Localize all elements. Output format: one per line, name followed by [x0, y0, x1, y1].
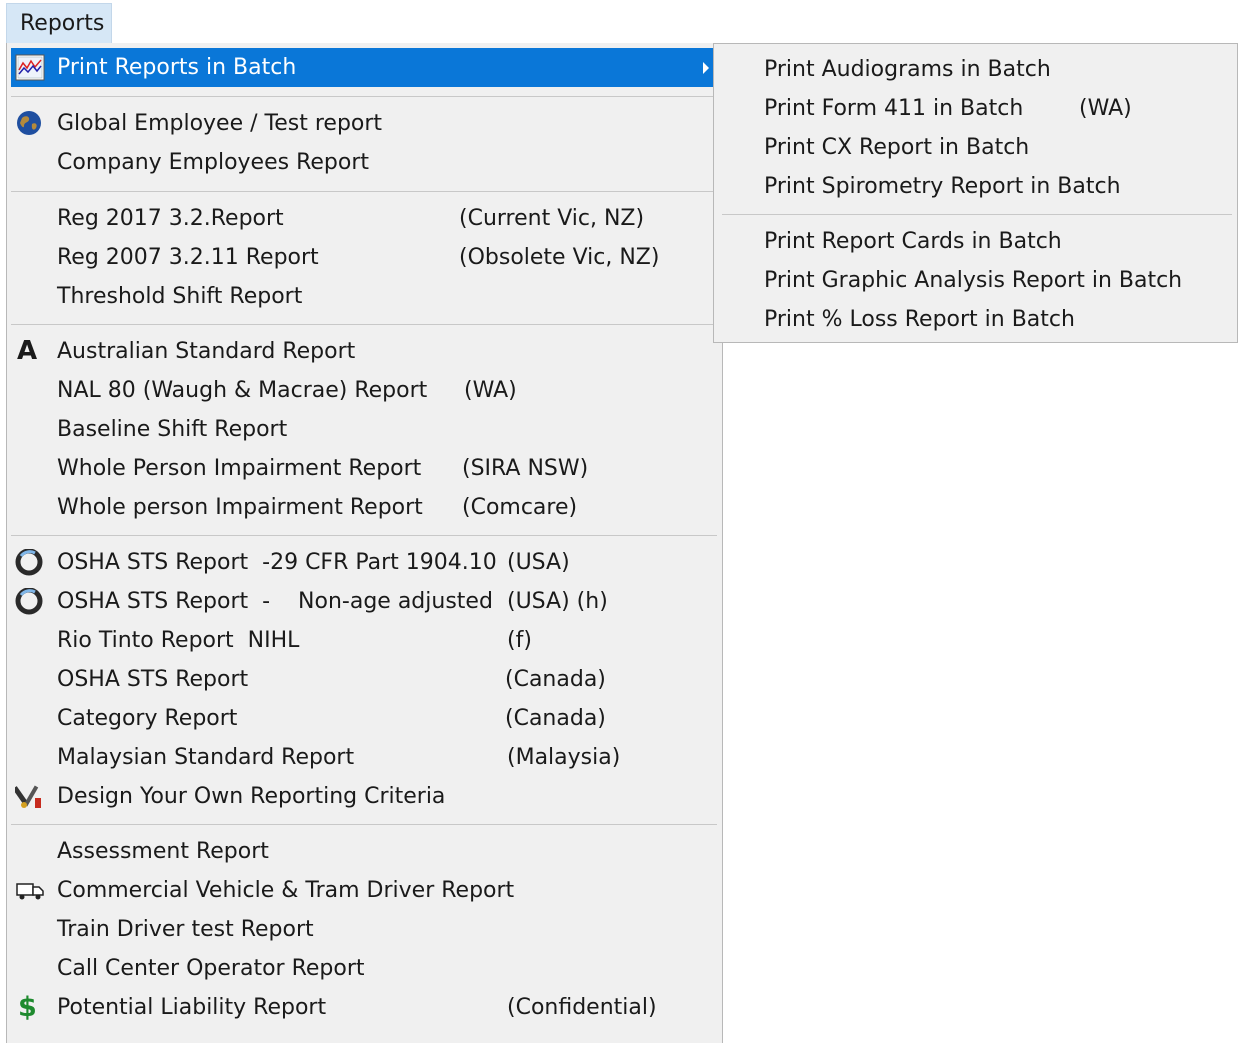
menu-item-qualifier: (Canada): [505, 667, 606, 692]
separator: [11, 191, 717, 192]
menu-item-qualifier: (SIRA NSW): [462, 456, 589, 481]
menu-item-label: OSHA STS Report: [57, 667, 249, 692]
menu-item-qualifier: (Malaysia): [507, 745, 621, 770]
tools-icon: [12, 783, 45, 810]
menu-item-label: Call Center Operator Report: [57, 956, 365, 981]
menu-item-label: Whole person Impairment Report: [57, 495, 423, 520]
menu-item-label: Design Your Own Reporting Criteria: [57, 784, 446, 809]
menu-item-label: NAL 80 (Waugh & Macrae) Report: [57, 378, 428, 403]
menu-item-label: Print Spirometry Report in Batch: [764, 174, 1121, 199]
menu-item-qualifier: (f): [507, 628, 532, 653]
menu-item-qualifier: (Obsolete Vic, NZ): [459, 245, 660, 270]
submenu-item-graphic-analysis[interactable]: Print Graphic Analysis Report in Batch: [714, 261, 1234, 300]
menu-item-label: Commercial Vehicle & Tram Driver Report: [57, 878, 515, 903]
submenu-item-spirometry[interactable]: Print Spirometry Report in Batch: [714, 167, 1234, 206]
menu-item-label: Global Employee / Test report: [57, 111, 383, 136]
menu-item-label: Baseline Shift Report: [57, 417, 288, 442]
menu-item-category[interactable]: Category Report (Canada): [11, 699, 717, 738]
submenu-item-form-411[interactable]: Print Form 411 in Batch (WA): [714, 89, 1234, 128]
menu-item-qualifier: (Current Vic, NZ): [459, 206, 645, 231]
menu-item-design-own[interactable]: Design Your Own Reporting Criteria: [11, 777, 717, 816]
separator: [11, 824, 717, 825]
osha-ring-icon: [15, 548, 45, 576]
menu-item-baseline-shift[interactable]: Baseline Shift Report: [11, 410, 717, 449]
menu-reports-label: Reports: [20, 11, 105, 36]
menu-item-label: Print Graphic Analysis Report in Batch: [764, 268, 1183, 293]
separator: [11, 324, 717, 325]
menu-item-label: Potential Liability Report: [57, 995, 327, 1020]
letter-a-icon: A: [17, 336, 38, 366]
menu-item-qualifier: (USA): [507, 550, 570, 575]
reports-dropdown-menu: Print Reports in Batch Global Employee /…: [6, 43, 723, 1043]
submenu-item-audiograms[interactable]: Print Audiograms in Batch: [714, 50, 1234, 89]
print-batch-submenu: Print Audiograms in Batch Print Form 411…: [713, 43, 1238, 343]
menu-item-label: Category Report: [57, 706, 238, 731]
menu-item-osha-canada[interactable]: OSHA STS Report (Canada): [11, 660, 717, 699]
menu-item-print-reports-in-batch[interactable]: Print Reports in Batch: [11, 48, 717, 87]
submenu-item-cx[interactable]: Print CX Report in Batch: [714, 128, 1234, 167]
menu-item-label: Reg 2017 3.2.Report: [57, 206, 284, 231]
menu-item-qualifier: (Comcare): [462, 495, 578, 520]
menu-item-threshold-shift[interactable]: Threshold Shift Report: [11, 277, 717, 316]
menu-item-wpi-sira[interactable]: Whole Person Impairment Report (SIRA NSW…: [11, 449, 717, 488]
submenu-item-loss[interactable]: Print % Loss Report in Batch: [714, 300, 1234, 339]
menu-item-label: OSHA STS Report -29 CFR Part 1904.10: [57, 550, 497, 575]
menu-item-label: OSHA STS Report - Non-age adjusted: [57, 589, 493, 614]
menu-item-australian-standard[interactable]: A Australian Standard Report: [11, 332, 717, 371]
separator: [11, 535, 717, 536]
menu-item-label: Print Report Cards in Batch: [764, 229, 1062, 254]
menu-item-label: Company Employees Report: [57, 150, 369, 175]
menu-item-label: Print % Loss Report in Batch: [764, 307, 1075, 332]
menu-item-qualifier: (Canada): [505, 706, 606, 731]
menu-item-label: Malaysian Standard Report: [57, 745, 355, 770]
osha-ring-icon: [15, 587, 45, 615]
menu-item-global-employee[interactable]: Global Employee / Test report: [11, 104, 717, 143]
dollar-icon: $: [18, 992, 37, 1023]
menu-item-qualifier: (WA): [1079, 96, 1132, 121]
menu-item-label: Australian Standard Report: [57, 339, 356, 364]
menu-item-commercial-vehicle[interactable]: Commercial Vehicle & Tram Driver Report: [11, 871, 717, 910]
menu-item-label: Print Form 411 in Batch: [764, 96, 1024, 121]
menu-item-label: Threshold Shift Report: [57, 284, 303, 309]
separator: [722, 214, 1232, 215]
menu-item-label: Print CX Report in Batch: [764, 135, 1030, 160]
menu-item-label: Whole Person Impairment Report: [57, 456, 422, 481]
menu-item-qualifier: (Confidential): [507, 995, 657, 1020]
menu-item-train-driver[interactable]: Train Driver test Report: [11, 910, 717, 949]
menu-item-label: Train Driver test Report: [57, 917, 314, 942]
menu-item-label: Print Audiograms in Batch: [764, 57, 1051, 82]
menu-item-reg-2017[interactable]: Reg 2017 3.2.Report (Current Vic, NZ): [11, 199, 717, 238]
menu-item-assessment[interactable]: Assessment Report: [11, 832, 717, 871]
menu-item-rio-tinto[interactable]: Rio Tinto Report NIHL (f): [11, 621, 717, 660]
submenu-arrow-icon: [703, 62, 709, 74]
menu-item-label: Reg 2007 3.2.11 Report: [57, 245, 319, 270]
menu-item-label: Print Reports in Batch: [57, 55, 297, 80]
menu-item-qualifier: (USA) (h): [507, 589, 608, 614]
separator: [11, 96, 717, 97]
menu-item-company-employees[interactable]: Company Employees Report: [11, 143, 717, 182]
menu-item-malaysian[interactable]: Malaysian Standard Report (Malaysia): [11, 738, 717, 777]
menu-item-osha-29cfr[interactable]: OSHA STS Report -29 CFR Part 1904.10 (US…: [11, 543, 717, 582]
menu-item-qualifier: (WA): [464, 378, 517, 403]
menu-item-label: Rio Tinto Report NIHL: [57, 628, 300, 653]
globe-icon: [15, 110, 45, 137]
menu-item-wpi-comcare[interactable]: Whole person Impairment Report (Comcare): [11, 488, 717, 527]
menu-item-label: Assessment Report: [57, 839, 269, 864]
menu-reports[interactable]: Reports: [6, 3, 112, 45]
menu-item-potential-liability[interactable]: $ Potential Liability Report (Confidenti…: [11, 988, 717, 1027]
menu-item-osha-non-age[interactable]: OSHA STS Report - Non-age adjusted (USA)…: [11, 582, 717, 621]
submenu-item-report-cards[interactable]: Print Report Cards in Batch: [714, 222, 1234, 261]
menu-item-nal80[interactable]: NAL 80 (Waugh & Macrae) Report (WA): [11, 371, 717, 410]
menu-item-call-center[interactable]: Call Center Operator Report: [11, 949, 717, 988]
menu-item-reg-2007[interactable]: Reg 2007 3.2.11 Report (Obsolete Vic, NZ…: [11, 238, 717, 277]
chart-icon: [15, 54, 45, 81]
truck-icon: [15, 877, 45, 904]
